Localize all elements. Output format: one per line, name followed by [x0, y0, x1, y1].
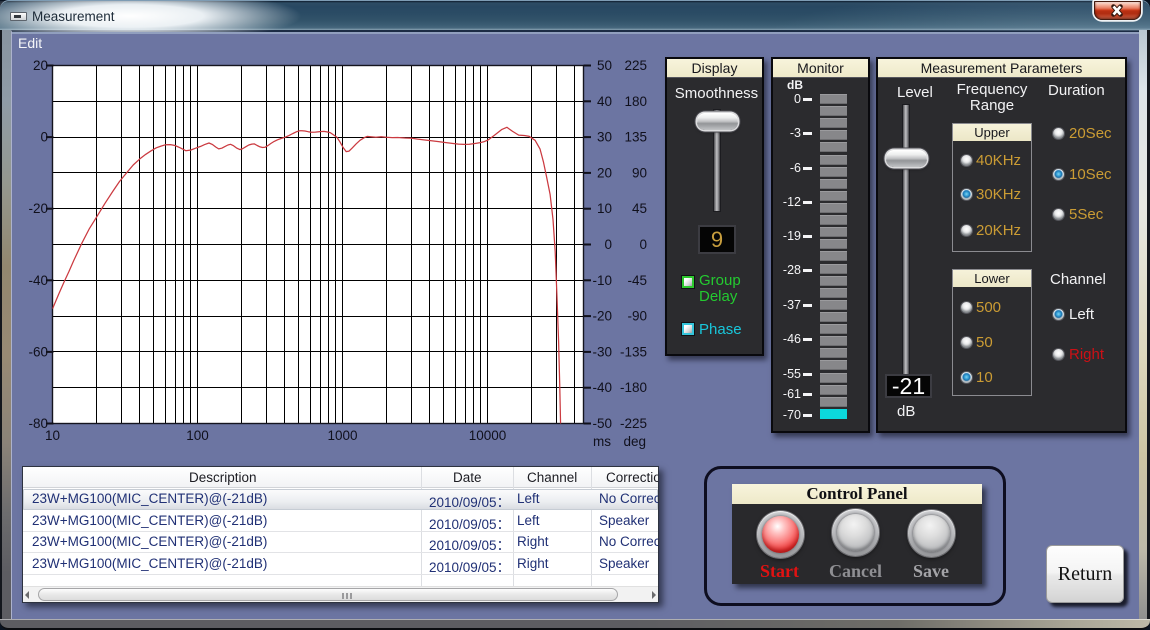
svg-text:-20: -20 [28, 201, 48, 216]
svg-text:90: 90 [632, 165, 647, 180]
svg-text:45: 45 [632, 201, 647, 216]
svg-text:-30: -30 [592, 344, 612, 359]
svg-text:135: 135 [624, 130, 647, 145]
svg-text:30: 30 [597, 130, 612, 145]
svg-text:-50: -50 [592, 416, 612, 431]
svg-text:-60: -60 [28, 344, 48, 359]
svg-text:225: 225 [624, 58, 647, 73]
svg-text:-225: -225 [620, 416, 647, 431]
svg-text:deg: deg [623, 434, 646, 449]
svg-text:10: 10 [45, 428, 60, 443]
svg-text:0: 0 [639, 237, 647, 252]
svg-text:50: 50 [597, 58, 612, 73]
svg-text:40: 40 [597, 94, 612, 109]
svg-text:-45: -45 [627, 273, 647, 288]
svg-text:-20: -20 [592, 309, 612, 324]
svg-text:20: 20 [597, 165, 612, 180]
svg-text:-40: -40 [592, 380, 612, 395]
svg-text:-180: -180 [620, 380, 647, 395]
svg-text:-90: -90 [627, 309, 647, 324]
svg-text:0: 0 [604, 237, 612, 252]
svg-text:-10: -10 [592, 273, 612, 288]
svg-text:1000: 1000 [327, 428, 357, 443]
svg-text:180: 180 [624, 94, 647, 109]
svg-text:-40: -40 [28, 273, 48, 288]
svg-text:-135: -135 [620, 344, 647, 359]
svg-text:100: 100 [186, 428, 209, 443]
svg-text:ms: ms [593, 434, 611, 449]
svg-text:10: 10 [597, 201, 612, 216]
svg-text:10000: 10000 [469, 428, 507, 443]
svg-text:0: 0 [40, 130, 48, 145]
svg-text:20: 20 [33, 58, 48, 73]
